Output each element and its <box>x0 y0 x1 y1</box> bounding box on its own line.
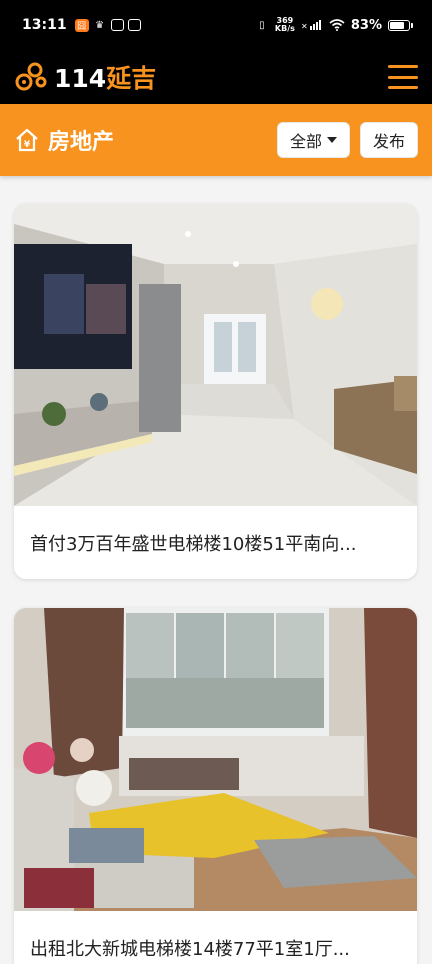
section-title: 房地产 <box>48 130 115 155</box>
status-time: 13:11 <box>22 17 67 33</box>
battery-percent: 83% <box>350 17 382 33</box>
caret-down-icon <box>326 137 337 143</box>
wifi-icon <box>329 19 345 31</box>
filter-label: 全部 <box>289 132 322 151</box>
status-bar: 13:11 囧 ♛ ▯ 369 KB/s ✕ 83% <box>0 0 432 50</box>
listing-photo[interactable] <box>14 204 417 506</box>
app-header: 114延吉 <box>0 50 432 104</box>
app-notification-icon: 囧 <box>74 18 89 32</box>
listing-card[interactable]: 首付3万百年盛世电梯楼10楼51平南向... <box>14 204 417 579</box>
listing-photo[interactable] <box>14 608 417 911</box>
listing-title[interactable]: 出租北大新城电梯楼14楼77平1室1厅... <box>14 911 417 964</box>
menu-line <box>388 86 418 89</box>
storage-icon <box>110 19 124 31</box>
section-actions: 全部 发布 <box>276 122 418 158</box>
crown-icon: ♛ <box>95 19 105 31</box>
listing-title-text: 出租北大新城电梯楼14楼77平1室1厅... <box>30 938 350 960</box>
logo-text: 114延吉 <box>54 59 156 95</box>
message-icon <box>127 19 141 31</box>
menu-line <box>388 65 418 68</box>
listing-card[interactable]: 出租北大新城电梯楼14楼77平1室1厅... <box>14 608 417 964</box>
battery-icon <box>388 19 413 31</box>
signal-icon: ✕ <box>301 20 321 31</box>
publish-button[interactable]: 发布 <box>359 122 418 158</box>
listing-title[interactable]: 首付3万百年盛世电梯楼10楼51平南向... <box>14 506 417 579</box>
net-speed: 369 KB/s <box>275 17 295 33</box>
battery-fill <box>390 21 405 29</box>
section-bar: ¥ 房地产 全部 发布 <box>0 104 432 176</box>
logo-icon <box>14 60 48 94</box>
net-speed-unit: KB/s <box>274 24 295 33</box>
logo-city: 延吉 <box>106 64 157 93</box>
svg-text:✕: ✕ <box>301 22 308 31</box>
logo-number: 114 <box>54 64 107 93</box>
filter-dropdown-button[interactable]: 全部 <box>276 122 350 158</box>
menu-line <box>388 75 418 79</box>
hamburger-menu-icon[interactable] <box>388 65 418 89</box>
house-icon: ¥ <box>16 128 38 152</box>
vibrate-icon: ▯ <box>259 19 265 31</box>
svg-text:¥: ¥ <box>24 140 31 150</box>
status-right: ▯ 369 KB/s ✕ 83% <box>255 17 413 33</box>
publish-label: 发布 <box>372 132 405 151</box>
status-notification-icons: 囧 ♛ <box>74 18 141 32</box>
listing-title-text: 首付3万百年盛世电梯楼10楼51平南向... <box>30 533 357 555</box>
